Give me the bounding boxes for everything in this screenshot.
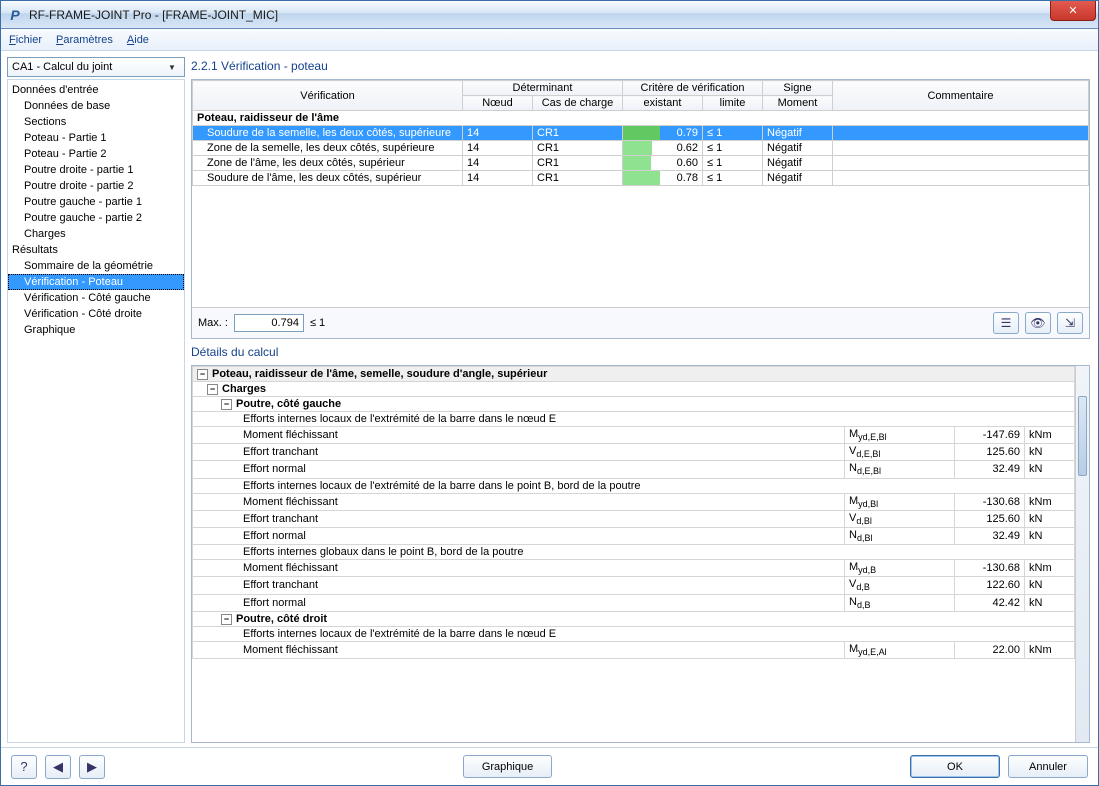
menu-file[interactable]: Fichier	[9, 34, 42, 46]
max-row: Max. : ≤ 1 ☰ 👁 ⇲	[192, 307, 1089, 338]
chevron-down-icon: ▼	[164, 59, 180, 75]
ok-button[interactable]: OK	[910, 755, 1000, 778]
body: CA1 - Calcul du joint ▼ Données d'entrée…	[1, 51, 1098, 747]
tree-item[interactable]: Vérification - Côté droite	[8, 306, 184, 322]
table-row[interactable]: Soudure de l'âme, les deux côtés, supéri…	[193, 171, 1089, 186]
app-window: P RF-FRAME-JOINT Pro - [FRAME-JOINT_MIC]…	[0, 0, 1099, 786]
main-panel: 2.2.1 Vérification - poteau Vérification…	[191, 57, 1090, 743]
col-commentaire: Commentaire	[833, 81, 1089, 111]
tree-item[interactable]: Poteau - Partie 1	[8, 130, 184, 146]
col-signe: Signe	[763, 81, 833, 96]
tree-heading-results: Résultats	[8, 242, 184, 258]
tree-item[interactable]: Données de base	[8, 98, 184, 114]
tree-item[interactable]: Poutre gauche - partie 2	[8, 210, 184, 226]
help-button[interactable]: ?	[11, 755, 37, 779]
table-row[interactable]: Zone de la semelle, les deux côtés, supé…	[193, 141, 1089, 156]
titlebar: P RF-FRAME-JOINT Pro - [FRAME-JOINT_MIC]…	[1, 1, 1098, 29]
max-value-input[interactable]	[234, 314, 304, 332]
details-panel[interactable]: −Poteau, raidisseur de l'âme, semelle, s…	[191, 365, 1090, 743]
nav-tree[interactable]: Données d'entrée Données de base Section…	[7, 79, 185, 743]
app-icon: P	[7, 7, 23, 23]
verification-grid[interactable]: Vérification Déterminant Critère de véri…	[192, 80, 1089, 186]
cancel-button[interactable]: Annuler	[1008, 755, 1088, 778]
group-header: Poteau, raidisseur de l'âme	[193, 111, 1089, 126]
next-button[interactable]: ▶	[79, 755, 105, 779]
sidebar: CA1 - Calcul du joint ▼ Données d'entrée…	[7, 57, 185, 743]
col-verification: Vérification	[193, 81, 463, 111]
tree-item[interactable]: Sections	[8, 114, 184, 130]
max-limit: ≤ 1	[310, 317, 360, 329]
close-button[interactable]: ✕	[1050, 1, 1096, 21]
case-selector[interactable]: CA1 - Calcul du joint ▼	[7, 57, 185, 77]
window-title: RF-FRAME-JOINT Pro - [FRAME-JOINT_MIC]	[29, 8, 278, 22]
col-limite: limite	[703, 96, 763, 111]
tree-item[interactable]: Charges	[8, 226, 184, 242]
tree-item[interactable]: Vérification - Côté gauche	[8, 290, 184, 306]
page-title: 2.2.1 Vérification - poteau	[191, 57, 1090, 75]
tree-item-selected[interactable]: Vérification - Poteau	[8, 274, 184, 290]
graphique-button[interactable]: Graphique	[463, 755, 552, 778]
menu-params[interactable]: Paramètres	[56, 34, 113, 46]
col-moment: Moment	[763, 96, 833, 111]
tree-item[interactable]: Poutre droite - partie 1	[8, 162, 184, 178]
col-noeud: Nœud	[463, 96, 533, 111]
case-selector-value: CA1 - Calcul du joint	[12, 61, 112, 73]
scrollbar-thumb[interactable]	[1078, 396, 1087, 476]
export-icon[interactable]: ⇲	[1057, 312, 1083, 334]
prev-button[interactable]: ◀	[45, 755, 71, 779]
col-cas: Cas de charge	[533, 96, 623, 111]
col-existant: existant	[623, 96, 703, 111]
col-determinant: Déterminant	[463, 81, 623, 96]
table-row[interactable]: Zone de l'âme, les deux côtés, supérieur…	[193, 156, 1089, 171]
verification-grid-wrap: Vérification Déterminant Critère de véri…	[191, 79, 1090, 339]
tree-heading-input: Données d'entrée	[8, 82, 184, 98]
table-row[interactable]: Soudure de la semelle, les deux côtés, s…	[193, 126, 1089, 141]
menubar: Fichier Paramètres Aide	[1, 29, 1098, 51]
scrollbar[interactable]	[1075, 366, 1089, 742]
details-table: −Poteau, raidisseur de l'âme, semelle, s…	[192, 366, 1075, 659]
tree-item[interactable]: Sommaire de la géométrie	[8, 258, 184, 274]
window-controls: ✕	[1050, 1, 1098, 21]
menu-help[interactable]: Aide	[127, 34, 149, 46]
tree-item[interactable]: Poutre gauche - partie 1	[8, 194, 184, 210]
details-title: Détails du calcul	[191, 343, 1090, 361]
eye-icon[interactable]: 👁	[1025, 312, 1051, 334]
tree-item[interactable]: Poutre droite - partie 2	[8, 178, 184, 194]
col-critere: Critère de vérification	[623, 81, 763, 96]
max-label: Max. :	[198, 317, 228, 329]
filter-icon[interactable]: ☰	[993, 312, 1019, 334]
tree-item[interactable]: Poteau - Partie 2	[8, 146, 184, 162]
footer: ? ◀ ▶ Graphique OK Annuler	[1, 747, 1098, 785]
tree-item[interactable]: Graphique	[8, 322, 184, 338]
